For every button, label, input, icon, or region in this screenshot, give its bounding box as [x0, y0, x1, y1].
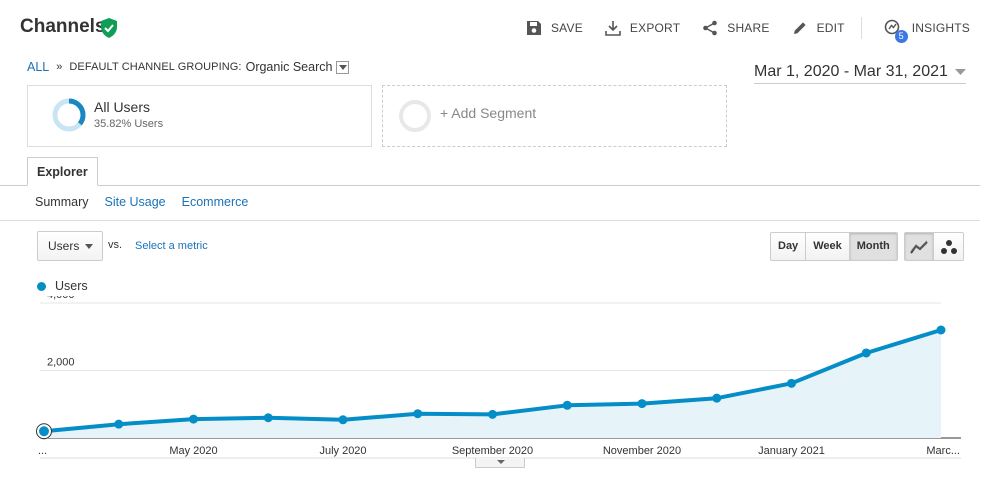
period-week-button[interactable]: Week	[806, 233, 850, 260]
subtab-ecommerce[interactable]: Ecommerce	[182, 195, 249, 209]
breadcrumb-dimension-value: Organic Search	[245, 60, 333, 74]
segment-share-ring	[52, 98, 86, 132]
metric-select-value: Users	[48, 239, 80, 253]
x-tick-label: September 2020	[452, 445, 533, 457]
page-title: Channels	[20, 16, 106, 37]
x-tick-label: May 2020	[169, 445, 217, 457]
data-point[interactable]	[338, 415, 348, 425]
segment-all-users[interactable]: All Users 35.82% Users	[27, 85, 372, 147]
data-point[interactable]	[712, 393, 722, 403]
add-segment-button[interactable]: + Add Segment	[382, 85, 727, 147]
report-tabs: Explorer	[0, 157, 980, 186]
table-expand-handle[interactable]	[475, 458, 525, 468]
edit-button[interactable]: EDIT	[792, 20, 845, 36]
share-icon	[703, 20, 718, 36]
motion-chart-button[interactable]	[934, 233, 963, 260]
data-point[interactable]	[413, 409, 423, 419]
insights-label: INSIGHTS	[911, 21, 970, 35]
data-point[interactable]	[189, 414, 198, 424]
data-point[interactable]	[936, 325, 946, 335]
save-button[interactable]: SAVE	[526, 20, 583, 36]
data-point[interactable]	[637, 399, 647, 409]
breadcrumb: ALL » DEFAULT CHANNEL GROUPING: Organic …	[27, 60, 350, 74]
pencil-icon	[793, 22, 806, 34]
data-point[interactable]	[488, 409, 497, 419]
insights-icon: 5	[884, 18, 908, 43]
header-actions: SAVE EXPORT SHARE EDIT 5 INSIGHTS	[504, 17, 970, 43]
x-tick-label: Marc...	[926, 445, 960, 457]
data-point[interactable]	[114, 419, 124, 429]
vs-label: vs.	[108, 239, 123, 251]
empty-segment-ring-icon	[399, 100, 431, 132]
x-tick-label: July 2020	[319, 445, 366, 457]
breadcrumb-separator: »	[56, 61, 63, 73]
export-label: EXPORT	[629, 21, 681, 35]
x-tick-label: January 2021	[758, 445, 825, 457]
caret-down-icon	[85, 244, 93, 249]
bubble-chart-icon	[940, 239, 957, 254]
segment-name: All Users	[94, 99, 151, 115]
data-point[interactable]	[263, 413, 273, 423]
segment-share-text: 35.82% Users	[94, 118, 164, 130]
y-tick-label: 4,000	[47, 296, 75, 301]
export-icon	[605, 21, 621, 36]
verified-shield-icon	[101, 18, 117, 38]
save-icon	[526, 21, 541, 35]
edit-label: EDIT	[816, 21, 845, 35]
users-line-chart: 2,000 4,000 ... May 2020 July 2020 September…	[36, 296, 961, 459]
share-button[interactable]: SHARE	[702, 20, 769, 36]
period-toggle: Day Week Month	[770, 232, 898, 261]
subtab-summary[interactable]: Summary	[35, 195, 88, 209]
subtab-site-usage[interactable]: Site Usage	[104, 195, 165, 209]
breadcrumb-all-link[interactable]: ALL	[27, 60, 49, 74]
data-point[interactable]	[861, 348, 871, 358]
x-tick-label: ...	[38, 445, 47, 457]
add-segment-label: + Add Segment	[440, 105, 537, 121]
chart-legend: Users	[37, 279, 88, 293]
line-chart-button[interactable]	[905, 233, 934, 260]
dimension-dropdown[interactable]	[336, 60, 350, 74]
explorer-subtabs: Summary Site Usage Ecommerce	[35, 195, 264, 209]
date-range-label: Mar 1, 2020 - Mar 31, 2021	[754, 62, 948, 80]
data-point[interactable]	[562, 400, 572, 410]
data-point[interactable]	[37, 424, 51, 439]
date-range-picker[interactable]: Mar 1, 2020 - Mar 31, 2021	[754, 60, 966, 84]
select-comparison-metric-link[interactable]: Select a metric	[135, 240, 208, 252]
period-month-button[interactable]: Month	[849, 233, 897, 260]
caret-down-icon	[338, 64, 347, 70]
report-header: Channels SAVE EXPORT SHARE EDIT 5 INSIGH…	[0, 0, 990, 56]
line-chart-icon	[910, 239, 928, 254]
breadcrumb-dimension-label: DEFAULT CHANNEL GROUPING:	[69, 61, 242, 73]
x-tick-label: November 2020	[603, 445, 681, 457]
insights-button[interactable]: 5 INSIGHTS	[884, 18, 970, 43]
caret-down-icon	[955, 68, 966, 75]
data-point[interactable]	[787, 378, 796, 388]
y-tick-label: 2,000	[47, 357, 75, 369]
share-label: SHARE	[727, 21, 770, 35]
chart-type-toggle	[904, 232, 964, 261]
caret-down-icon	[497, 460, 505, 464]
subtabs-divider	[0, 220, 980, 221]
legend-series-name: Users	[55, 279, 88, 293]
period-day-button[interactable]: Day	[771, 233, 807, 260]
save-label: SAVE	[550, 21, 583, 35]
tab-explorer[interactable]: Explorer	[27, 157, 98, 186]
metric-select[interactable]: Users	[37, 231, 103, 261]
export-button[interactable]: EXPORT	[605, 20, 680, 36]
legend-series-dot	[37, 281, 46, 291]
insights-badge: 5	[894, 30, 908, 43]
actions-divider	[860, 17, 862, 39]
